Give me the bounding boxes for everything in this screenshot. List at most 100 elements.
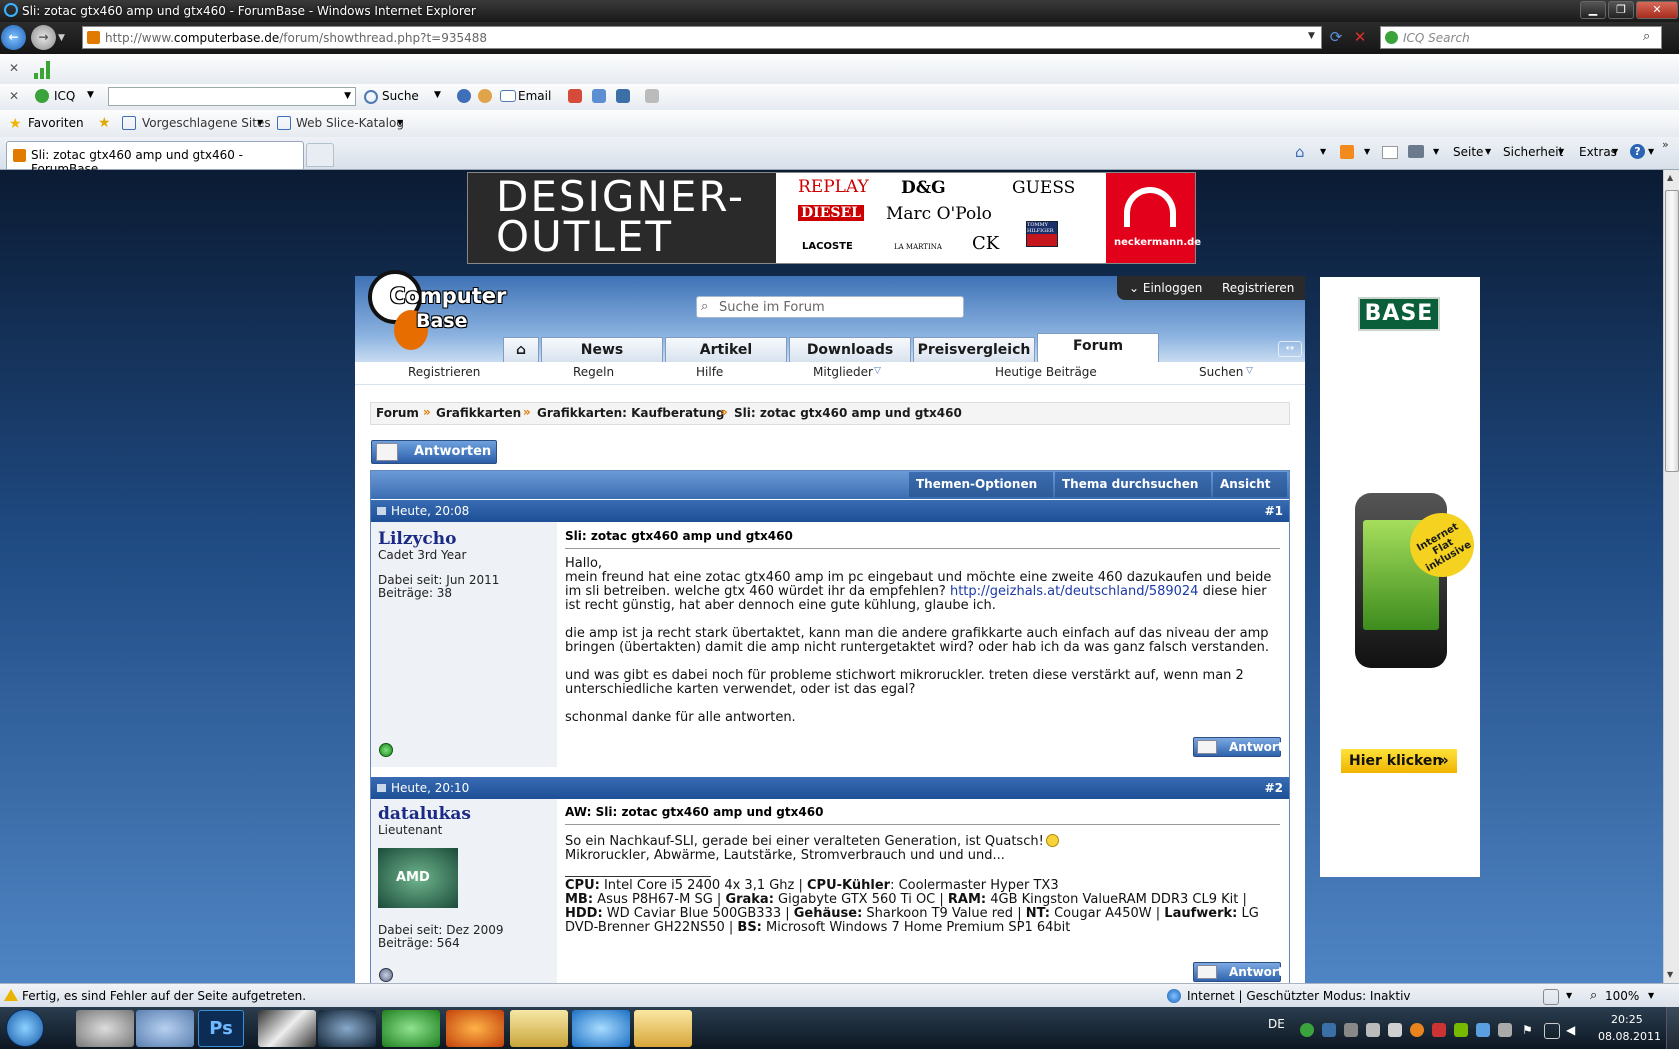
- subnav-suchen[interactable]: Suchen: [1199, 365, 1243, 379]
- address-dropdown-icon[interactable]: ▼: [1308, 31, 1315, 41]
- security-menu[interactable]: Sicherheit: [1503, 145, 1563, 159]
- tray-icon-6[interactable]: [1410, 1023, 1424, 1037]
- post-reply-button[interactable]: Antwort: [1193, 962, 1284, 982]
- webslice-dropdown-icon[interactable]: ▼: [397, 118, 403, 127]
- nav-tab-news[interactable]: News: [541, 337, 663, 363]
- subnav-mitglieder[interactable]: Mitglieder: [813, 365, 873, 379]
- app-icon-2[interactable]: [592, 89, 606, 103]
- clock-time[interactable]: 20:25: [1611, 1013, 1643, 1026]
- suchen-dropdown-icon[interactable]: ▽: [1246, 366, 1253, 376]
- nav-home-tab[interactable]: ⌂: [503, 337, 539, 363]
- thread-options-menu[interactable]: Themen-Optionen ▾: [909, 472, 1053, 516]
- rss-dropdown-icon[interactable]: ▼: [1364, 147, 1370, 156]
- taskbar-app-skull[interactable]: [76, 1010, 134, 1047]
- help-dropdown-icon[interactable]: ▼: [1648, 147, 1654, 156]
- search-dropdown-icon[interactable]: ▼: [434, 90, 441, 100]
- breadcrumb-kaufberatung[interactable]: Grafikkarten: Kaufberatung: [537, 406, 724, 420]
- address-bar[interactable]: http://www.computerbase.de/forum/showthr…: [82, 26, 1322, 49]
- taskbar-app-explorer[interactable]: [634, 1010, 692, 1047]
- home-dropdown-icon[interactable]: ▼: [1320, 147, 1326, 156]
- app-icon-3[interactable]: [616, 89, 630, 103]
- suggested-dropdown-icon[interactable]: ▼: [257, 118, 263, 127]
- designer-outlet-banner[interactable]: DESIGNER- OUTLET REPLAY D&G GUESS DIESEL…: [467, 172, 1201, 264]
- scrollbar-thumb[interactable]: [1665, 190, 1679, 472]
- tray-icon-4[interactable]: [1366, 1023, 1380, 1037]
- email-icon[interactable]: [500, 90, 516, 102]
- scroll-up-icon[interactable]: ▲: [1667, 173, 1673, 182]
- action-center-flag-icon[interactable]: ⚑: [1522, 1023, 1536, 1037]
- new-tab-button[interactable]: [306, 143, 334, 167]
- print-dropdown-icon[interactable]: ▼: [1433, 147, 1439, 156]
- zoom-dropdown-icon[interactable]: ▼: [1648, 991, 1654, 1000]
- security-dropdown-icon[interactable]: ▼: [1558, 147, 1564, 156]
- post-reply-button[interactable]: Antwort: [1193, 737, 1284, 757]
- search-icon[interactable]: ⌕: [1643, 29, 1650, 44]
- close-icq-toolbar-icon[interactable]: ✕: [9, 89, 19, 103]
- app-icon-1[interactable]: [568, 89, 582, 103]
- icq-search-input[interactable]: ICQ Search ⌕: [1380, 26, 1662, 49]
- taskbar-app-design[interactable]: [258, 1010, 316, 1047]
- taskbar-app-photoshop[interactable]: Ps: [198, 1010, 244, 1047]
- close-toolbar-icon[interactable]: ✕: [9, 61, 19, 75]
- suggested-sites-link[interactable]: Vorgeschlagene Sites: [142, 116, 271, 130]
- stop-icon[interactable]: ✕: [1350, 27, 1370, 47]
- post-number[interactable]: #1: [1265, 504, 1283, 518]
- maximize-button[interactable]: ❐: [1608, 1, 1634, 19]
- subnav-heutige-beitraege[interactable]: Heutige Beiträge: [995, 365, 1097, 379]
- post-number[interactable]: #2: [1265, 781, 1283, 795]
- forum-search-input[interactable]: ⌕ Suche im Forum: [696, 296, 964, 318]
- subnav-hilfe[interactable]: Hilfe: [696, 365, 723, 379]
- register-link[interactable]: Registrieren: [1222, 281, 1294, 295]
- globe-icon[interactable]: [457, 89, 471, 103]
- show-desktop-button[interactable]: [1666, 1007, 1679, 1049]
- thread-search-menu[interactable]: Thema durchsuchen ▾: [1055, 472, 1211, 516]
- subnav-registrieren[interactable]: Registrieren: [408, 365, 480, 379]
- login-link[interactable]: ⌄ Einloggen: [1129, 281, 1202, 295]
- breadcrumb-forum[interactable]: Forum: [376, 406, 419, 420]
- taskbar-app-media[interactable]: [318, 1010, 376, 1047]
- icq-menu[interactable]: ICQ: [54, 89, 75, 103]
- rss-icon[interactable]: [1340, 145, 1354, 159]
- favorites-button[interactable]: Favoriten: [28, 116, 84, 130]
- status-message[interactable]: Fertig, es sind Fehler auf der Seite auf…: [22, 989, 306, 1003]
- taskbar-app-ie[interactable]: [572, 1010, 630, 1047]
- volume-icon[interactable]: ◀: [1566, 1023, 1580, 1037]
- taskbar-app-3d[interactable]: [136, 1010, 194, 1047]
- icq-search-field[interactable]: ▼: [108, 87, 356, 106]
- warning-icon[interactable]: [4, 989, 18, 1001]
- forward-button[interactable]: →: [31, 25, 56, 50]
- history-dropdown-icon[interactable]: ▼: [58, 33, 65, 43]
- icq-dropdown-icon[interactable]: ▼: [87, 90, 94, 100]
- network-icon[interactable]: [1544, 1023, 1560, 1039]
- close-button[interactable]: ✕: [1636, 1, 1678, 19]
- webslice-link[interactable]: Web Slice-Katalog: [296, 116, 404, 130]
- post-username[interactable]: Lilzycho: [378, 529, 456, 549]
- mitglieder-dropdown-icon[interactable]: ▽: [874, 366, 881, 376]
- post-username[interactable]: datalukas: [378, 804, 471, 824]
- taskbar-app-firefox[interactable]: [446, 1010, 504, 1047]
- icq-field-dropdown-icon[interactable]: ▼: [344, 91, 351, 101]
- more-tools-icon[interactable]: »: [1662, 138, 1669, 151]
- nav-tab-artikel[interactable]: Artikel: [665, 337, 787, 363]
- protected-mode-icon[interactable]: [1543, 989, 1559, 1005]
- zoom-icon[interactable]: ⌕: [1590, 988, 1597, 1003]
- tray-icq-icon[interactable]: [1300, 1023, 1314, 1037]
- extras-dropdown-icon[interactable]: ▼: [1612, 147, 1618, 156]
- read-mail-icon[interactable]: [1382, 146, 1398, 159]
- thread-view-menu[interactable]: Ansicht ▾: [1213, 472, 1287, 516]
- tray-icon-5[interactable]: [1388, 1023, 1402, 1037]
- input-language[interactable]: DE: [1268, 1017, 1285, 1031]
- page-menu[interactable]: Seite: [1453, 145, 1483, 159]
- clock-date[interactable]: 08.08.2011: [1598, 1030, 1661, 1043]
- tray-icon-7[interactable]: [1432, 1023, 1446, 1037]
- help-icon[interactable]: ?: [1630, 144, 1645, 159]
- address-url[interactable]: http://www.computerbase.de/forum/showthr…: [105, 31, 487, 45]
- taskbar-app-icq[interactable]: [382, 1010, 440, 1047]
- nav-tab-preisvergleich[interactable]: Preisvergleich: [913, 337, 1035, 363]
- minimize-button[interactable]: ▁: [1580, 1, 1606, 19]
- start-button[interactable]: [6, 1009, 44, 1047]
- computerbase-logo[interactable]: Computer Base: [368, 266, 518, 352]
- back-button[interactable]: ←: [1, 25, 26, 50]
- reply-button[interactable]: Antworten: [371, 440, 497, 464]
- zone-dropdown-icon[interactable]: ▼: [1566, 991, 1572, 1000]
